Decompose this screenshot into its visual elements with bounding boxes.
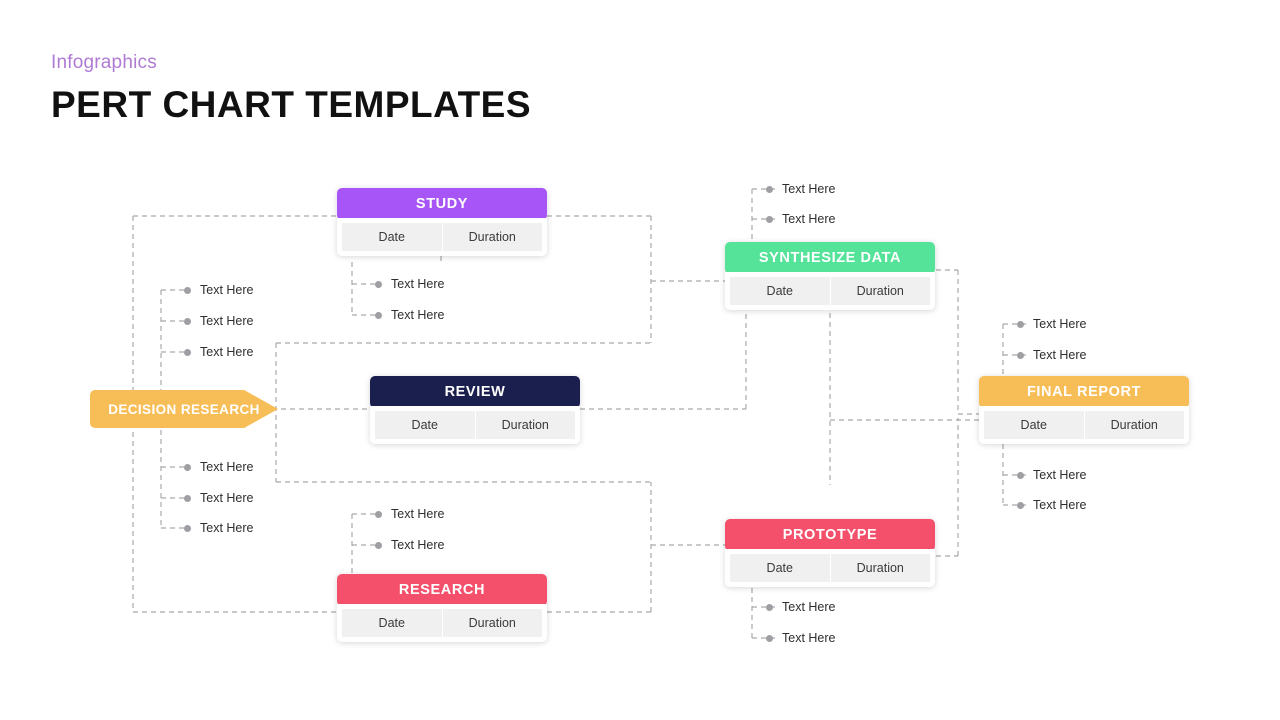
detail-label: Text Here [782,212,836,226]
detail-label: Text Here [391,538,445,552]
card-research-title: RESEARCH [398,582,486,598]
card-review-title: REVIEW [444,384,506,400]
card-prototype-header: PROTOTYPE [725,519,935,551]
detail-label: Text Here [200,345,254,359]
detail-label: Text Here [200,314,254,328]
detail-label: Text Here [200,521,254,535]
card-study-date: Date [342,223,442,251]
card-research-date: Date [342,609,442,637]
card-research-duration: Duration [441,609,542,637]
detail-label: Text Here [782,600,836,614]
card-final-report-date: Date [984,411,1084,439]
detail-study-2: Text Here [375,308,445,322]
card-review-header: REVIEW [370,376,580,408]
bullet-dot-icon [1017,351,1024,359]
detail-label: Text Here [200,283,254,297]
card-research-header: RESEARCH [337,574,547,606]
card-final-report[interactable]: FINAL REPORT Date Duration [979,376,1189,444]
start-node-decision-research[interactable]: DECISION RESEARCH [90,390,278,428]
bullet-dot-icon [375,280,382,288]
start-node-label: DECISION RESEARCH [108,401,260,417]
detail-final-below-1: Text Here [1017,468,1087,482]
card-synthesize-data-body: Date Duration [725,272,935,310]
detail-synth-2: Text Here [766,212,836,226]
card-review-body: Date Duration [370,406,580,444]
detail-proto-1: Text Here [766,600,836,614]
bullet-dot-icon [1017,320,1024,328]
card-prototype-title: PROTOTYPE [782,527,878,543]
bullet-dot-icon [184,317,191,325]
detail-start-upper-1: Text Here [184,283,254,297]
infographic-canvas: Infographics PERT CHART TEMPLATES DECISI… [0,0,1280,720]
detail-proto-2: Text Here [766,631,836,645]
bullet-dot-icon [184,463,191,471]
card-review-date: Date [375,411,475,439]
detail-label: Text Here [1033,317,1087,331]
card-prototype-body: Date Duration [725,549,935,587]
card-synthesize-data-title: SYNTHESIZE DATA [758,250,902,266]
detail-start-lower-2: Text Here [184,491,254,505]
detail-label: Text Here [782,182,836,196]
detail-start-upper-3: Text Here [184,345,254,359]
bullet-dot-icon [184,494,191,502]
detail-start-lower-1: Text Here [184,460,254,474]
card-study-body: Date Duration [337,218,547,256]
card-final-report-body: Date Duration [979,406,1189,444]
detail-study-1: Text Here [375,277,445,291]
card-final-report-duration: Duration [1083,411,1184,439]
detail-final-above-2: Text Here [1017,348,1087,362]
bullet-dot-icon [1017,501,1024,509]
detail-start-lower-3: Text Here [184,521,254,535]
card-synthesize-data-header: SYNTHESIZE DATA [725,242,935,274]
bullet-dot-icon [184,348,191,356]
bullet-dot-icon [375,510,382,518]
card-synthesize-data[interactable]: SYNTHESIZE DATA Date Duration [725,242,935,310]
bullet-dot-icon [1017,471,1024,479]
card-review[interactable]: REVIEW Date Duration [370,376,580,444]
card-final-report-header: FINAL REPORT [979,376,1189,408]
card-final-report-title: FINAL REPORT [1026,384,1142,400]
bullet-dot-icon [766,603,773,611]
detail-label: Text Here [782,631,836,645]
detail-label: Text Here [200,491,254,505]
detail-label: Text Here [391,277,445,291]
detail-final-below-2: Text Here [1017,498,1087,512]
card-study-header: STUDY [337,188,547,220]
bullet-dot-icon [184,286,191,294]
card-study-duration: Duration [441,223,542,251]
detail-research-2: Text Here [375,538,445,552]
page-title: PERT CHART TEMPLATES [51,84,532,125]
card-prototype[interactable]: PROTOTYPE Date Duration [725,519,935,587]
card-synthesize-data-date: Date [730,277,830,305]
card-study-title: STUDY [415,196,469,212]
detail-label: Text Here [391,507,445,521]
detail-research-1: Text Here [375,507,445,521]
bullet-dot-icon [766,215,773,223]
card-review-duration: Duration [474,411,575,439]
bullet-dot-icon [766,634,773,642]
detail-label: Text Here [200,460,254,474]
card-research[interactable]: RESEARCH Date Duration [337,574,547,642]
detail-label: Text Here [1033,498,1087,512]
card-study[interactable]: STUDY Date Duration [337,188,547,256]
bullet-dot-icon [375,541,382,549]
bullet-dot-icon [766,185,773,193]
detail-label: Text Here [391,308,445,322]
detail-label: Text Here [1033,348,1087,362]
card-synthesize-data-duration: Duration [829,277,930,305]
bullet-dot-icon [184,524,191,532]
detail-label: Text Here [1033,468,1087,482]
detail-synth-1: Text Here [766,182,836,196]
card-prototype-duration: Duration [829,554,930,582]
bullet-dot-icon [375,311,382,319]
card-research-body: Date Duration [337,604,547,642]
detail-final-above-1: Text Here [1017,317,1087,331]
card-prototype-date: Date [730,554,830,582]
kicker-label: Infographics [51,52,157,73]
detail-start-upper-2: Text Here [184,314,254,328]
